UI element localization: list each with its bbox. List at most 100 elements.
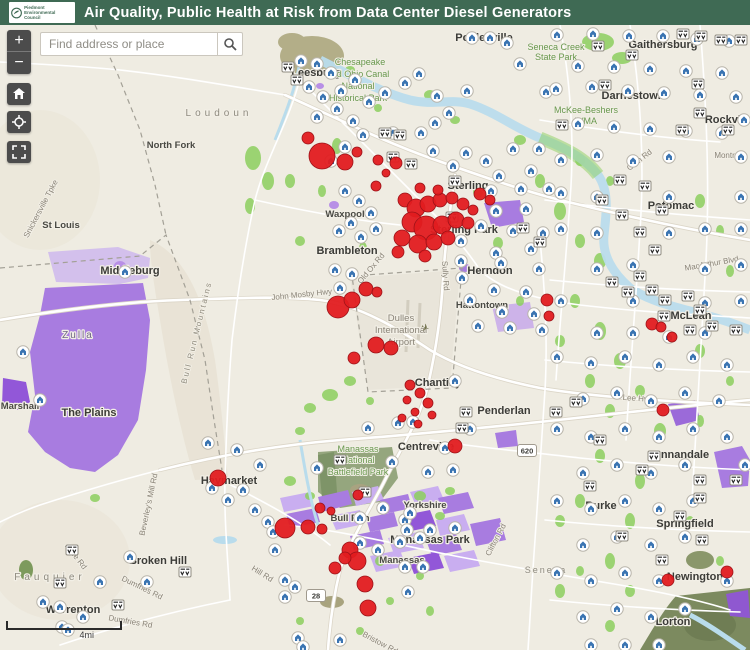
school-marker[interactable] <box>421 465 435 479</box>
school-marker[interactable] <box>344 216 358 230</box>
school-marker[interactable] <box>140 575 154 589</box>
school-marker[interactable] <box>296 640 310 650</box>
school-marker[interactable] <box>720 430 734 444</box>
data-center-circle[interactable] <box>473 187 487 201</box>
school-marker[interactable] <box>495 305 509 319</box>
data-center-circle[interactable] <box>413 419 423 429</box>
school-marker[interactable] <box>93 575 107 589</box>
school-marker[interactable] <box>584 638 598 650</box>
generator-marker[interactable] <box>333 454 347 466</box>
school-marker[interactable] <box>590 262 604 276</box>
school-marker[interactable] <box>698 262 712 276</box>
school-marker[interactable] <box>652 430 666 444</box>
school-marker[interactable] <box>442 106 456 120</box>
school-marker[interactable] <box>678 458 692 472</box>
map-container[interactable]: GaithersburgRockvilleDarnestownPoolesvil… <box>0 25 750 650</box>
data-center-circle[interactable] <box>343 291 361 309</box>
data-center-circle[interactable] <box>661 573 675 587</box>
school-marker[interactable] <box>618 494 632 508</box>
school-marker[interactable] <box>549 82 563 96</box>
home-button[interactable] <box>7 83 31 105</box>
data-center-circle[interactable] <box>720 565 734 579</box>
school-marker[interactable] <box>626 154 640 168</box>
school-marker[interactable] <box>514 182 528 196</box>
school-marker[interactable] <box>333 281 347 295</box>
school-marker[interactable] <box>400 523 414 537</box>
generator-marker[interactable] <box>675 124 689 136</box>
generator-marker[interactable] <box>569 396 583 408</box>
school-marker[interactable] <box>463 293 477 307</box>
school-marker[interactable] <box>662 190 676 204</box>
school-marker[interactable] <box>607 120 621 134</box>
generator-marker[interactable] <box>695 534 709 546</box>
school-marker[interactable] <box>550 350 564 364</box>
generator-marker[interactable] <box>598 79 612 91</box>
generator-marker[interactable] <box>647 450 661 462</box>
school-marker[interactable] <box>487 283 501 297</box>
school-marker[interactable] <box>618 638 632 650</box>
school-marker[interactable] <box>584 356 598 370</box>
generator-marker[interactable] <box>657 310 671 322</box>
data-center-circle[interactable] <box>316 523 328 535</box>
generator-marker[interactable] <box>655 554 669 566</box>
generator-marker[interactable] <box>691 78 705 90</box>
school-marker[interactable] <box>644 610 658 624</box>
school-marker[interactable] <box>584 502 598 516</box>
school-marker[interactable] <box>506 142 520 156</box>
school-marker[interactable] <box>428 116 442 130</box>
school-marker[interactable] <box>586 27 600 41</box>
school-marker[interactable] <box>398 76 412 90</box>
school-marker[interactable] <box>123 550 137 564</box>
data-center-circle[interactable] <box>209 469 227 487</box>
data-center-circle[interactable] <box>397 413 407 423</box>
generator-marker[interactable] <box>613 174 627 186</box>
school-marker[interactable] <box>715 66 729 80</box>
school-marker[interactable] <box>513 57 527 71</box>
generator-marker[interactable] <box>693 474 707 486</box>
data-center-circle[interactable] <box>447 211 465 229</box>
school-marker[interactable] <box>465 31 479 45</box>
data-center-circle[interactable] <box>425 233 443 251</box>
school-marker[interactable] <box>494 256 508 270</box>
generator-marker[interactable] <box>111 599 125 611</box>
school-marker[interactable] <box>489 204 503 218</box>
data-center-circle[interactable] <box>314 502 326 514</box>
school-marker[interactable] <box>686 350 700 364</box>
data-center-circle[interactable] <box>393 229 411 247</box>
school-marker[interactable] <box>448 374 462 388</box>
school-marker[interactable] <box>324 66 338 80</box>
school-marker[interactable] <box>734 258 748 272</box>
generator-marker[interactable] <box>721 124 735 136</box>
school-marker[interactable] <box>354 230 368 244</box>
generator-marker[interactable] <box>683 324 697 336</box>
data-center-circle[interactable] <box>655 321 667 333</box>
school-marker[interactable] <box>53 600 67 614</box>
school-marker[interactable] <box>471 319 485 333</box>
data-center-circle[interactable] <box>422 397 434 409</box>
school-marker[interactable] <box>333 633 347 647</box>
school-marker[interactable] <box>330 102 344 116</box>
school-marker[interactable] <box>310 110 324 124</box>
school-marker[interactable] <box>644 394 658 408</box>
school-marker[interactable] <box>571 59 585 73</box>
school-marker[interactable] <box>554 153 568 167</box>
school-marker[interactable] <box>621 84 635 98</box>
data-center-circle[interactable] <box>381 168 391 178</box>
school-marker[interactable] <box>618 566 632 580</box>
generator-marker[interactable] <box>53 577 67 589</box>
locate-button[interactable] <box>7 111 31 133</box>
school-marker[interactable] <box>353 511 367 525</box>
generator-marker[interactable] <box>681 290 695 302</box>
school-marker[interactable] <box>542 182 556 196</box>
school-marker[interactable] <box>590 326 604 340</box>
school-marker[interactable] <box>607 60 621 74</box>
school-marker[interactable] <box>334 84 348 98</box>
data-center-circle[interactable] <box>308 142 336 170</box>
school-marker[interactable] <box>371 543 385 557</box>
school-marker[interactable] <box>338 184 352 198</box>
generator-marker[interactable] <box>591 40 605 52</box>
generator-marker[interactable] <box>729 324 743 336</box>
school-marker[interactable] <box>622 29 636 43</box>
school-marker[interactable] <box>738 458 750 472</box>
school-marker[interactable] <box>118 265 132 279</box>
